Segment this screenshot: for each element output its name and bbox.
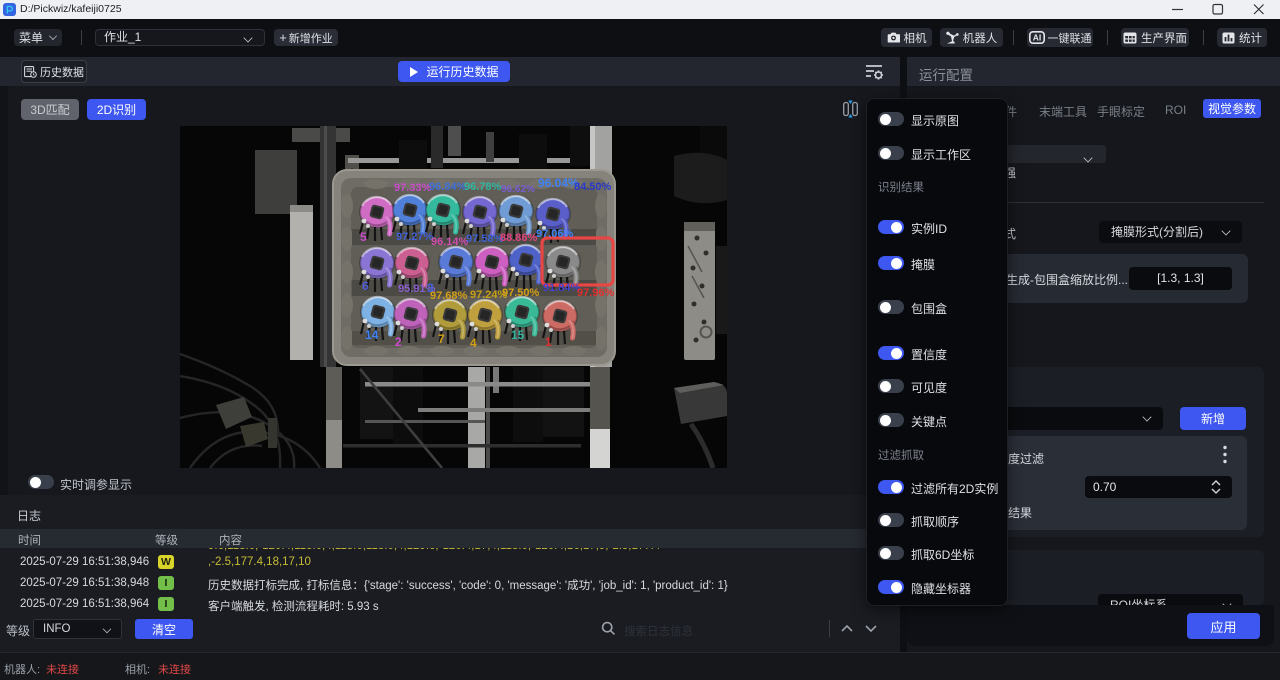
svg-text:97.58%: 97.58% — [466, 233, 504, 245]
svg-text:88.86%: 88.86% — [500, 232, 538, 244]
svg-text:96.14%: 96.14% — [431, 236, 469, 248]
svg-text:96.84%: 96.84% — [429, 181, 467, 193]
svg-text:96.62%: 96.62% — [501, 184, 535, 195]
svg-text:84.50%: 84.50% — [574, 181, 612, 193]
svg-text:7: 7 — [438, 332, 445, 346]
svg-text:14: 14 — [365, 328, 379, 342]
svg-text:97.27%: 97.27% — [396, 231, 434, 243]
svg-text:5: 5 — [360, 230, 367, 244]
svg-text:6: 6 — [362, 279, 369, 293]
svg-text:4: 4 — [470, 336, 477, 350]
svg-text:15: 15 — [511, 328, 525, 342]
svg-text:3: 3 — [427, 281, 434, 295]
svg-text:91.84%: 91.84% — [543, 282, 581, 294]
svg-text:1: 1 — [545, 335, 552, 349]
svg-text:96.04%: 96.04% — [538, 176, 579, 190]
svg-text:97.50%: 97.50% — [502, 287, 540, 299]
svg-text:2: 2 — [395, 335, 402, 349]
svg-text:96.78%: 96.78% — [464, 181, 502, 193]
svg-text:97.06%: 97.06% — [536, 228, 574, 240]
svg-text:97.33%: 97.33% — [394, 182, 432, 194]
svg-text:97.96%: 97.96% — [577, 287, 615, 299]
svg-text:97.68%: 97.68% — [430, 290, 468, 302]
svg-text:AI: AI — [1032, 33, 1041, 43]
